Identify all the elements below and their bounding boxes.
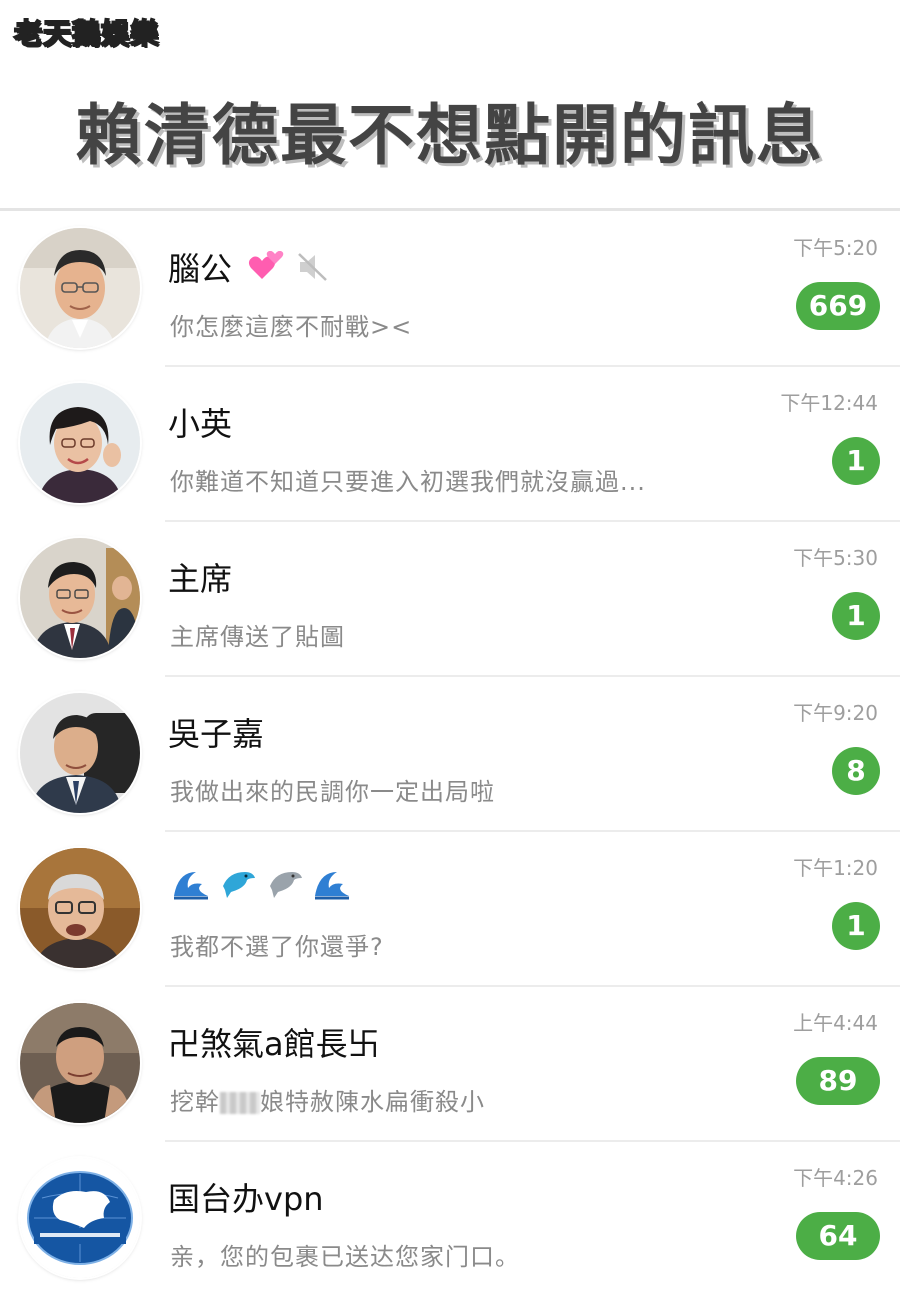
brand-logo: 老天鵝娛樂 (13, 12, 160, 52)
unread-badge: 8 (832, 747, 880, 795)
avatar (20, 383, 140, 503)
chat-time: 下午5:20 (793, 236, 878, 260)
page-headline: 賴清德最不想點開的訊息 (76, 97, 824, 174)
chat-row[interactable]: 卍煞氣a館長卐 挖幹 娘特赦陳水扁衝殺小 上午4:44 89 (0, 987, 900, 1142)
chat-list: 腦公 你怎麼這麼不耐戰>< 下午5:20 669 小英 你難道不知道只要進入初選… (0, 212, 900, 1297)
header-divider (0, 208, 900, 211)
chat-time: 下午4:26 (793, 1166, 878, 1190)
chat-time: 上午4:44 (793, 1011, 878, 1035)
wave-icon (174, 872, 208, 900)
avatar (20, 1003, 140, 1123)
chat-time: 下午12:44 (780, 391, 878, 415)
chat-preview: 我做出來的民調你一定出局啦 (170, 778, 495, 806)
chat-name: 国台办vpn (168, 1180, 324, 1218)
chat-name: 卍煞氣a館長卐 (168, 1025, 380, 1063)
avatar (20, 693, 140, 813)
chat-row[interactable]: 小英 你難道不知道只要進入初選我們就沒贏過... 下午12:44 1 (0, 367, 900, 522)
chat-name: 小英 (168, 405, 233, 443)
chat-preview: 你怎麼這麼不耐戰>< (170, 313, 413, 341)
chat-name: 主席 (168, 560, 233, 598)
chat-preview: 你難道不知道只要進入初選我們就沒贏過... (170, 468, 646, 496)
chat-time: 下午9:20 (793, 701, 878, 725)
chat-name: 吳子嘉 (168, 715, 265, 753)
dolphin-icon (223, 872, 256, 898)
two-hearts-icon (249, 250, 284, 279)
dolphin-gray-icon (270, 872, 303, 898)
avatar (20, 228, 140, 348)
chat-row[interactable]: 主席 主席傳送了貼圖 下午5:30 1 (0, 522, 900, 677)
muted-speaker-icon (298, 253, 328, 281)
chat-time: 下午5:30 (793, 546, 878, 570)
unread-badge: 1 (832, 592, 880, 640)
unread-badge: 89 (796, 1057, 880, 1105)
chat-row[interactable]: 腦公 你怎麼這麼不耐戰>< 下午5:20 669 (0, 212, 900, 367)
logo-text-a: 老天 (13, 16, 73, 51)
chat-preview: 亲，您的包裹已送达您家门口。 (170, 1243, 520, 1271)
unread-badge: 669 (796, 282, 880, 330)
avatar (20, 1158, 140, 1278)
chat-name: 腦公 (168, 244, 330, 291)
avatar (20, 538, 140, 658)
emblem-logo (20, 1158, 140, 1278)
chat-row[interactable]: 我都不選了你還爭? 下午1:20 1 (0, 832, 900, 987)
avatar (20, 848, 140, 968)
name-icons (248, 250, 330, 291)
logo-text-c: 娛樂 (100, 16, 160, 51)
chat-row[interactable]: 国台办vpn 亲，您的包裹已送达您家门口。 下午4:26 64 (0, 1142, 900, 1297)
logo-text-b: 鵝 (71, 16, 102, 51)
preview-text-a: 挖幹 (170, 1088, 220, 1116)
chat-preview: 挖幹 娘特赦陳水扁衝殺小 (170, 1082, 485, 1117)
unread-badge: 1 (832, 437, 880, 485)
preview-text-b: 娘特赦陳水扁衝殺小 (260, 1088, 485, 1116)
chat-name-emojis (172, 866, 355, 900)
unread-badge: 64 (796, 1212, 880, 1260)
chat-name-text: 腦公 (168, 250, 233, 288)
censor-blur (220, 1092, 260, 1114)
chat-preview: 我都不選了你還爭? (170, 933, 384, 961)
chat-time: 下午1:20 (793, 856, 878, 880)
wave-icon (315, 872, 350, 900)
unread-badge: 1 (832, 902, 880, 950)
chat-row[interactable]: 吳子嘉 我做出來的民調你一定出局啦 下午9:20 8 (0, 677, 900, 832)
chat-preview: 主席傳送了貼圖 (170, 623, 345, 651)
